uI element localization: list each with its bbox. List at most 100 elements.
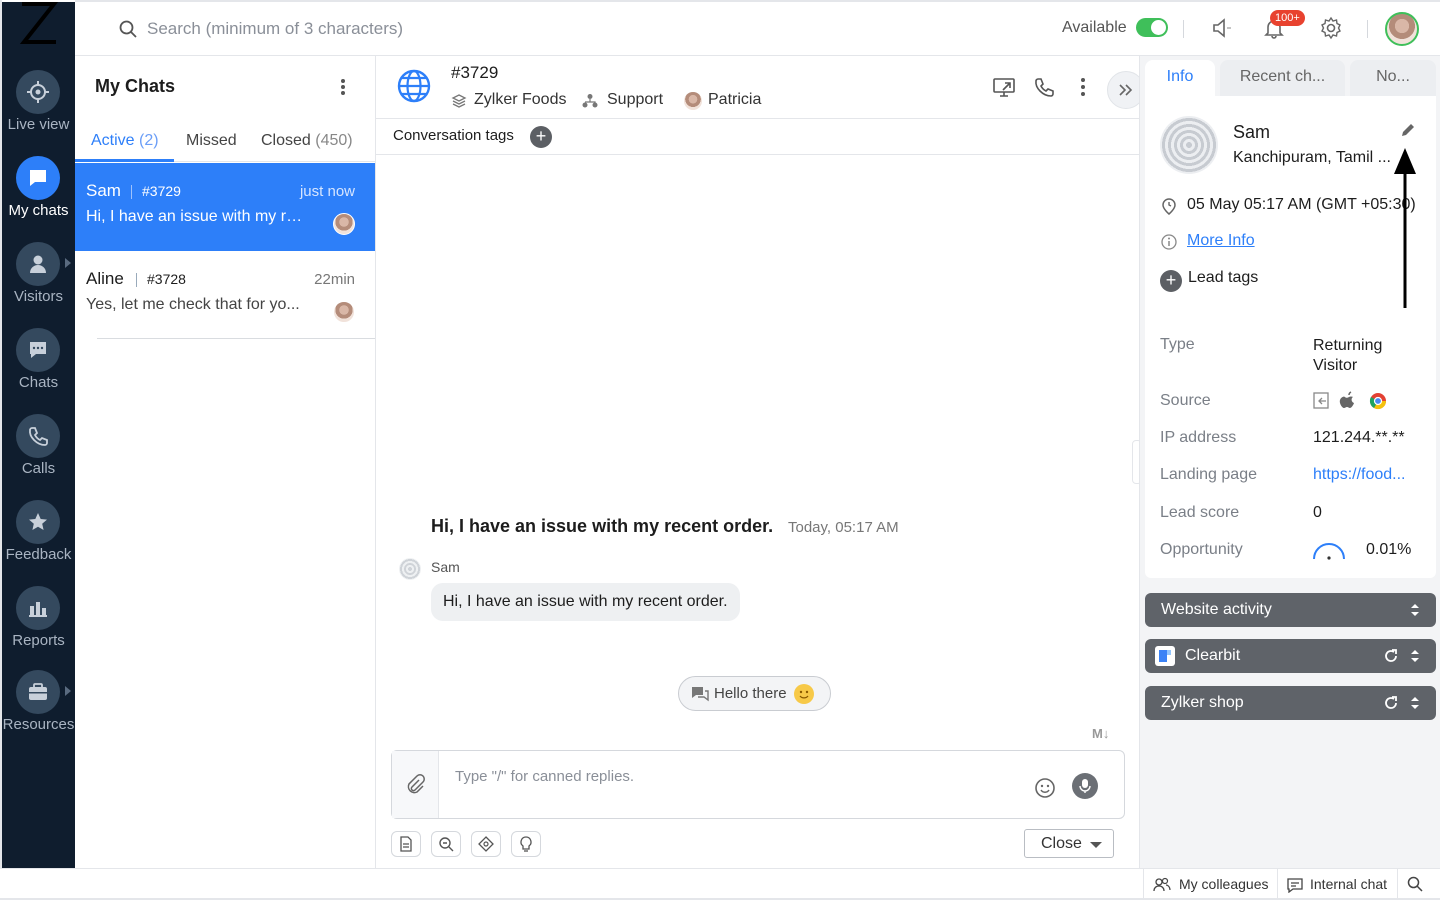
lead-tags-label[interactable]: Lead tags [1188,269,1258,287]
nav-item-my-chats[interactable]: My chats [2,150,75,232]
hello-chip[interactable]: Hello there [678,676,831,711]
bot-icon[interactable] [471,831,501,857]
nav-item-calls[interactable]: Calls [2,408,75,490]
emoji-icon[interactable] [1034,777,1056,804]
conversation-tags-label: Conversation tags [393,127,514,144]
tab-closed[interactable]: Closed (450) [261,132,353,150]
conversation-panel: #3729 Zylker Foods Support Patricia Conv… [376,56,1145,868]
nav-item-live-view[interactable]: Live view [2,64,75,146]
visitor-details-card: Type Returning Visitor Source IP address… [1145,313,1436,578]
tab-indicator [75,159,174,162]
chat-item-id: #3728 [147,271,186,287]
nav-label: Calls [21,460,56,477]
phone-icon [16,414,60,458]
more-options-icon[interactable] [1069,73,1097,101]
agent-name: Patricia [708,91,762,108]
star-icon [16,500,60,544]
conversation-id: #3729 [451,63,499,82]
chat-bubble-icon [16,156,60,200]
landing-page-link[interactable]: https://food... [1313,466,1423,484]
field-label: Type [1160,336,1195,353]
search-chat-icon[interactable] [431,831,461,857]
search-input[interactable]: Search (minimum of 3 characters) [147,19,403,39]
company-name: Zylker Foods [474,91,567,108]
gear-icon[interactable] [1318,15,1344,41]
my-colleagues-button[interactable]: My colleagues [1179,876,1269,892]
nav-label: Visitors [14,288,63,305]
internal-chat-button[interactable]: Internal chat [1310,876,1387,892]
visitor-type: Returning Visitor [1313,337,1383,374]
microphone-icon[interactable] [1072,773,1098,799]
tab-missed[interactable]: Missed [186,132,237,150]
agent-avatar [683,91,703,111]
tab-info[interactable]: Info [1145,60,1215,96]
section-title: Zylker shop [1161,694,1244,711]
chat-item-time: just now [299,183,355,200]
left-nav: Live view My chats Visitors Chats Calls … [2,2,75,868]
nav-item-reports[interactable]: Reports [2,580,75,662]
markdown-icon[interactable]: M↓ [1092,726,1109,741]
clearbit-logo-icon [1155,646,1175,666]
visitor-avatar [1160,116,1218,174]
expand-caret-icon[interactable] [65,686,71,696]
conversation-tags-row: Conversation tags + [376,119,1139,155]
close-chat-button[interactable]: Close [1024,829,1114,858]
more-info-link[interactable]: More Info [1187,232,1255,250]
visitor-avatar [399,558,421,580]
user-avatar[interactable] [1385,12,1419,46]
chat-item-sam[interactable]: Sam #3729 just now Hi, I have an issue w… [75,163,375,251]
colleagues-icon [1153,877,1171,898]
expand-caret-icon[interactable] [65,258,71,268]
top-bar: Search (minimum of 3 characters) Availab… [75,0,1440,56]
expand-collapse-icon[interactable] [1409,694,1421,717]
crosshair-icon [16,70,60,114]
chat-item-aline[interactable]: Aline #3728 22min Yes, let me check that… [75,251,375,339]
smiley-icon [794,684,814,704]
lightbulb-icon[interactable] [511,831,541,857]
speaker-icon[interactable] [1209,15,1235,41]
edit-icon[interactable] [1400,122,1416,143]
search-icon[interactable] [1407,876,1423,897]
tab-active[interactable]: Active (2) [91,132,159,150]
chat-item-id: #3729 [142,183,181,199]
attachment-icon[interactable] [392,751,439,818]
nav-item-chats[interactable]: Chats [2,322,75,404]
lead-score: 0 [1313,504,1322,521]
message-composer[interactable]: Type "/" for canned replies. [391,750,1125,819]
screen-share-icon[interactable] [990,73,1018,101]
more-options-icon[interactable] [339,78,347,96]
nav-item-resources[interactable]: Resources [2,664,75,746]
website-activity-section[interactable]: Website activity [1145,593,1436,627]
opportunity-value: 0.01% [1366,541,1412,558]
nav-item-visitors[interactable]: Visitors [2,236,75,318]
brand-logo[interactable] [2,2,75,48]
add-tag-icon[interactable]: + [530,126,552,148]
zylker-shop-section[interactable]: Zylker shop [1145,686,1436,720]
chat-item-message: Yes, let me check that for yo... [86,296,300,313]
field-label: Opportunity [1160,541,1243,558]
expand-collapse-icon[interactable] [1409,647,1421,670]
chat-item-name: Sam [86,181,121,200]
refresh-icon[interactable] [1383,648,1399,669]
department-name: Support [607,91,664,108]
expand-collapse-icon[interactable] [1409,601,1421,624]
phone-icon[interactable] [1030,73,1058,101]
nav-label: Live view [7,116,70,133]
field-label: Source [1160,392,1211,409]
tab-notes[interactable]: No... [1350,60,1436,96]
nav-label: Resources [2,716,75,733]
add-lead-tag-icon[interactable]: + [1160,270,1182,292]
composer-input[interactable]: Type "/" for canned replies. [455,768,634,785]
availability-toggle[interactable] [1136,18,1168,37]
tab-recent-chats[interactable]: Recent ch... [1220,60,1345,96]
chat-icon [16,328,60,372]
nav-item-feedback[interactable]: Feedback [2,494,75,576]
refresh-icon[interactable] [1383,695,1399,716]
document-icon[interactable] [391,831,421,857]
message-timestamp: Today, 05:17 AM [788,519,899,536]
section-title: Website activity [1161,601,1272,618]
chat-item-name: Aline [86,269,124,288]
clearbit-section[interactable]: Clearbit [1145,639,1436,673]
chat-list-panel: My Chats Active (2) Missed Closed (450) … [75,56,376,868]
hello-chip-label: Hello there [714,685,787,702]
